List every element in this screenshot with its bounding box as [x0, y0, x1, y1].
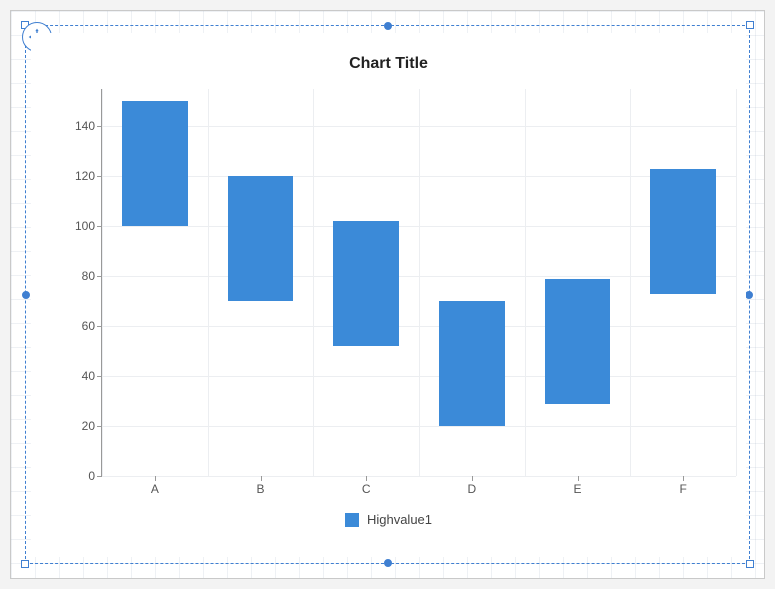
gridline-h — [102, 476, 736, 477]
range-bar[interactable] — [333, 221, 399, 346]
resize-handle-top-mid[interactable] — [384, 22, 392, 30]
x-tick-mark — [155, 476, 156, 481]
gridline-v — [630, 89, 631, 476]
x-tick-mark — [578, 476, 579, 481]
resize-handle-right-mid[interactable] — [745, 291, 753, 299]
gridline-v — [208, 89, 209, 476]
x-tick-label: C — [362, 482, 371, 496]
y-tick-label: 40 — [59, 369, 95, 383]
chart-title[interactable]: Chart Title — [31, 33, 746, 91]
gridline-v — [736, 89, 737, 476]
y-tick-label: 80 — [59, 269, 95, 283]
gridline-v — [313, 89, 314, 476]
gridline-v — [102, 89, 103, 476]
y-tick-mark — [97, 476, 102, 477]
x-tick-mark — [472, 476, 473, 481]
resize-handle-top-right[interactable] — [746, 21, 754, 29]
y-tick-label: 120 — [59, 169, 95, 183]
gridline-v — [525, 89, 526, 476]
x-tick-label: B — [256, 482, 264, 496]
y-tick-label: 20 — [59, 419, 95, 433]
y-tick-label: 60 — [59, 319, 95, 333]
x-tick-label: E — [573, 482, 581, 496]
range-bar[interactable] — [650, 169, 716, 294]
x-tick-mark — [683, 476, 684, 481]
x-tick-mark — [366, 476, 367, 481]
resize-handle-left-mid[interactable] — [22, 291, 30, 299]
chart-plot-wrap: 020406080100120140 ABCDEF — [59, 89, 736, 477]
range-bar[interactable] — [228, 176, 294, 301]
y-tick-label: 100 — [59, 219, 95, 233]
resize-handle-bottom-mid[interactable] — [384, 559, 392, 567]
legend-swatch — [345, 513, 359, 527]
y-axis: 020406080100120140 — [59, 89, 101, 477]
x-tick-label: F — [679, 482, 686, 496]
legend[interactable]: Highvalue1 — [31, 512, 746, 527]
range-bar[interactable] — [545, 279, 611, 404]
range-bar[interactable] — [122, 101, 188, 226]
resize-handle-bottom-left[interactable] — [21, 560, 29, 568]
resize-handle-bottom-right[interactable] — [746, 560, 754, 568]
legend-label: Highvalue1 — [367, 512, 432, 527]
designer-canvas[interactable]: Chart Title 020406080100120140 ABCDEF Hi… — [10, 10, 765, 579]
gridline-v — [419, 89, 420, 476]
x-tick-label: D — [467, 482, 476, 496]
x-tick-label: A — [151, 482, 159, 496]
y-tick-label: 0 — [59, 469, 95, 483]
chart-object[interactable]: Chart Title 020406080100120140 ABCDEF Hi… — [31, 33, 746, 557]
x-tick-mark — [261, 476, 262, 481]
y-tick-label: 140 — [59, 119, 95, 133]
plot-area[interactable]: ABCDEF — [101, 89, 736, 477]
range-bar[interactable] — [439, 301, 505, 426]
